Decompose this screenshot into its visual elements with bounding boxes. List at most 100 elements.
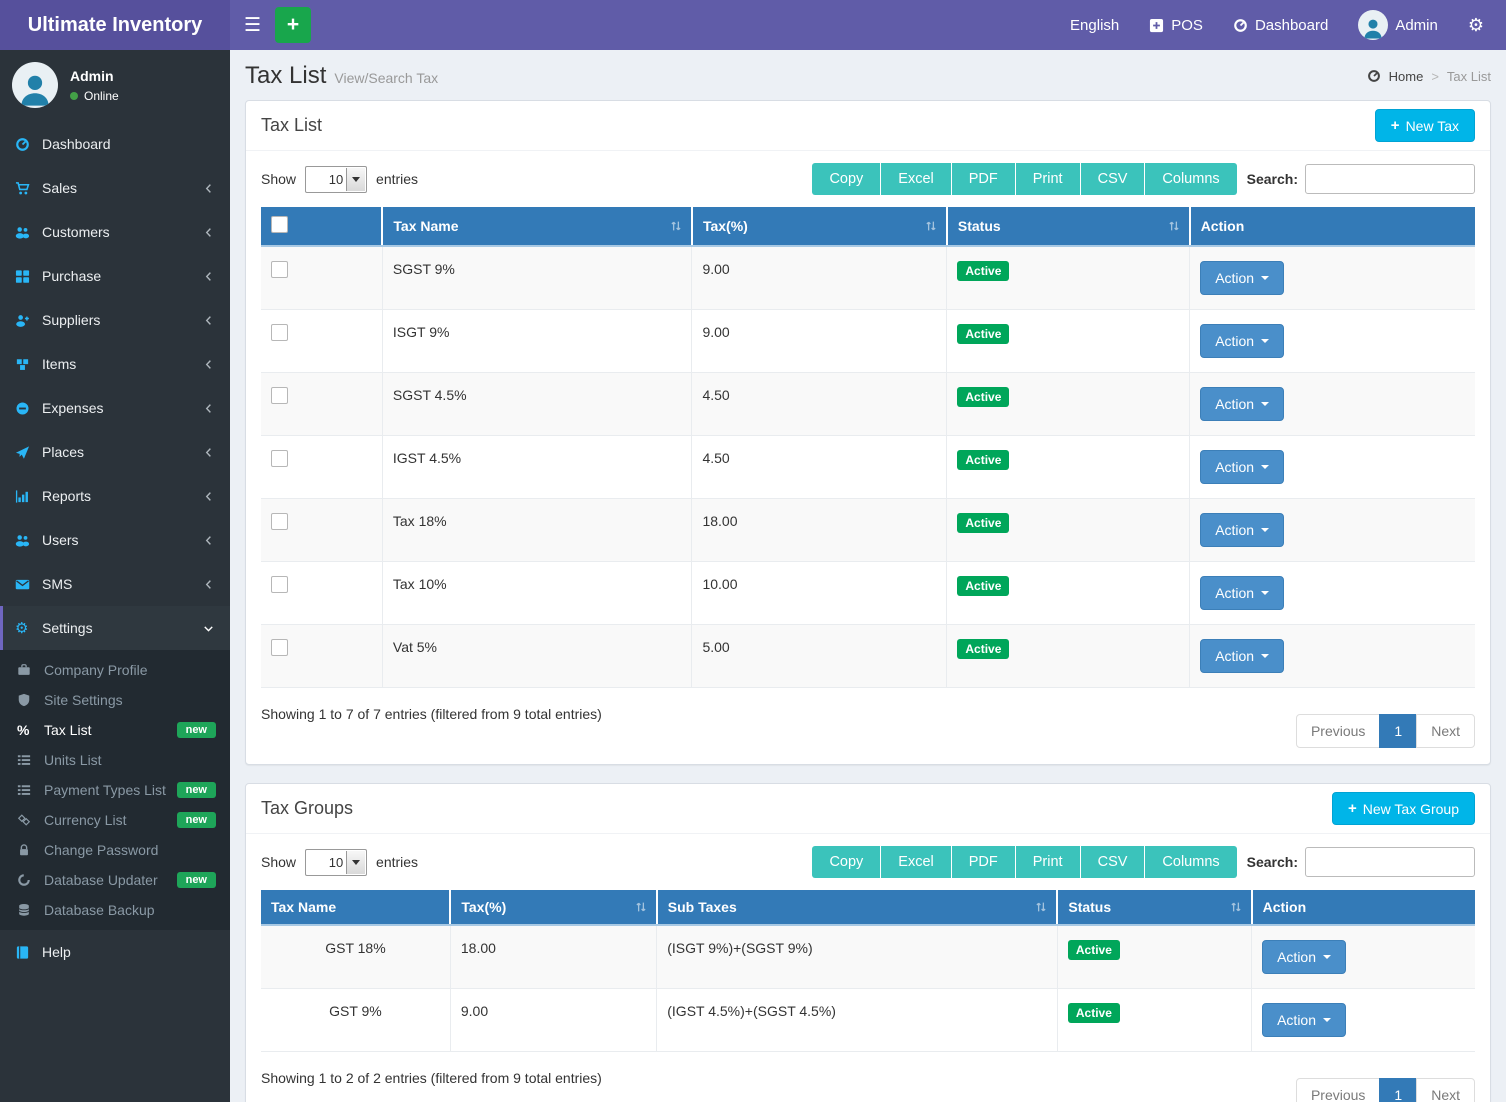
column-header-tax-name[interactable]: Tax Name: [382, 207, 692, 246]
sidebar-toggle-icon[interactable]: ☰: [244, 14, 261, 37]
pdf-button[interactable]: PDF: [952, 163, 1016, 195]
gears-icon[interactable]: ⚙: [1468, 16, 1484, 34]
print-button[interactable]: Print: [1016, 846, 1081, 878]
previous-page-button[interactable]: Previous: [1296, 714, 1380, 748]
columns-button[interactable]: Columns: [1145, 163, 1236, 195]
row-checkbox[interactable]: [271, 576, 288, 593]
tax-percent-cell: 9.00: [450, 989, 656, 1052]
action-dropdown-button[interactable]: Action: [1200, 576, 1284, 610]
new-tax-button[interactable]: +New Tax: [1375, 109, 1475, 142]
sidebar-item-sales[interactable]: Sales: [0, 166, 230, 210]
chevron-left-icon: [202, 402, 215, 415]
breadcrumb-home[interactable]: Home: [1389, 69, 1424, 84]
status-badge: Active: [957, 387, 1009, 407]
submenu-item-tax-list[interactable]: % Tax List new: [0, 715, 230, 745]
submenu-item-currency-list[interactable]: Currency List new: [0, 805, 230, 835]
column-header-status[interactable]: Status: [947, 207, 1190, 246]
table-row: Tax 18% 18.00 Active Action: [261, 499, 1475, 562]
tax-name-cell: ISGT 9%: [382, 310, 692, 373]
column-header-tax-percent[interactable]: Tax(%): [692, 207, 947, 246]
table-row: SGST 9% 9.00 Active Action: [261, 246, 1475, 310]
next-page-button[interactable]: Next: [1416, 714, 1475, 748]
sidebar-item-sms[interactable]: SMS: [0, 562, 230, 606]
action-dropdown-button[interactable]: Action: [1200, 513, 1284, 547]
sidebar-item-reports[interactable]: Reports: [0, 474, 230, 518]
page-size-select[interactable]: 10: [305, 166, 367, 193]
row-checkbox[interactable]: [271, 324, 288, 341]
new-badge: new: [177, 722, 216, 738]
submenu-item-units-list[interactable]: Units List: [0, 745, 230, 775]
submenu-item-site-settings[interactable]: Site Settings: [0, 685, 230, 715]
submenu-item-database-backup[interactable]: Database Backup: [0, 895, 230, 925]
action-dropdown-button[interactable]: Action: [1262, 1003, 1346, 1037]
sidebar-item-users[interactable]: Users: [0, 518, 230, 562]
bar-chart-icon: [15, 489, 42, 504]
sidebar-item-places[interactable]: Places: [0, 430, 230, 474]
previous-page-button[interactable]: Previous: [1296, 1078, 1380, 1102]
sidebar-item-items[interactable]: Items: [0, 342, 230, 386]
action-dropdown-button[interactable]: Action: [1200, 324, 1284, 358]
row-checkbox[interactable]: [271, 387, 288, 404]
submenu-item-company-profile[interactable]: Company Profile: [0, 655, 230, 685]
tax-name-cell: Tax 10%: [382, 562, 692, 625]
submenu-item-database-updater[interactable]: Database Updater new: [0, 865, 230, 895]
row-checkbox[interactable]: [271, 450, 288, 467]
column-header-tax-name[interactable]: Tax Name: [261, 890, 450, 925]
nav-user[interactable]: Admin: [1358, 10, 1438, 40]
quick-add-button[interactable]: +: [275, 7, 311, 43]
excel-button[interactable]: Excel: [881, 846, 951, 878]
avatar: [12, 62, 58, 108]
columns-button[interactable]: Columns: [1145, 846, 1236, 878]
page-size-select[interactable]: 10: [305, 849, 367, 876]
action-dropdown-button[interactable]: Action: [1200, 387, 1284, 421]
row-checkbox[interactable]: [271, 513, 288, 530]
sidebar-item-dashboard[interactable]: Dashboard: [0, 122, 230, 166]
select-all-checkbox[interactable]: [271, 216, 288, 233]
column-header-sub-taxes[interactable]: Sub Taxes: [657, 890, 1058, 925]
new-badge: new: [177, 872, 216, 888]
column-header-status[interactable]: Status: [1057, 890, 1251, 925]
sidebar-item-customers[interactable]: Customers: [0, 210, 230, 254]
brand-logo[interactable]: Ultimate Inventory: [0, 0, 230, 50]
card-title: Tax List: [261, 115, 322, 136]
copy-button[interactable]: Copy: [812, 846, 881, 878]
new-tax-group-button[interactable]: +New Tax Group: [1332, 792, 1475, 825]
page-number-button[interactable]: 1: [1379, 1078, 1417, 1102]
csv-button[interactable]: CSV: [1081, 846, 1146, 878]
search-input[interactable]: [1305, 847, 1475, 877]
sidebar-item-expenses[interactable]: Expenses: [0, 386, 230, 430]
column-header-tax-percent[interactable]: Tax(%): [450, 890, 656, 925]
excel-button[interactable]: Excel: [881, 163, 951, 195]
next-page-button[interactable]: Next: [1416, 1078, 1475, 1102]
status-badge: Active: [957, 576, 1009, 596]
caret-down-icon: [1261, 276, 1269, 280]
sidebar-item-purchase[interactable]: Purchase: [0, 254, 230, 298]
row-checkbox[interactable]: [271, 639, 288, 656]
copy-button[interactable]: Copy: [812, 163, 881, 195]
sidebar-item-settings[interactable]: ⚙ Settings: [0, 606, 230, 650]
pdf-button[interactable]: PDF: [952, 846, 1016, 878]
nav-language[interactable]: English: [1070, 17, 1119, 34]
row-checkbox[interactable]: [271, 261, 288, 278]
action-dropdown-button[interactable]: Action: [1262, 940, 1346, 974]
page-subtitle: View/Search Tax: [334, 70, 438, 86]
sidebar-item-help[interactable]: Help: [0, 930, 230, 974]
status-badge: Active: [957, 513, 1009, 533]
submenu-item-payment-types-list[interactable]: Payment Types List new: [0, 775, 230, 805]
print-button[interactable]: Print: [1016, 163, 1081, 195]
action-dropdown-button[interactable]: Action: [1200, 450, 1284, 484]
csv-button[interactable]: CSV: [1081, 163, 1146, 195]
tax-name-cell: GST 18%: [261, 925, 450, 989]
action-dropdown-button[interactable]: Action: [1200, 639, 1284, 673]
nav-dashboard[interactable]: Dashboard: [1233, 17, 1328, 34]
nav-pos[interactable]: POS: [1149, 17, 1203, 34]
action-dropdown-button[interactable]: Action: [1200, 261, 1284, 295]
sort-icon: [634, 900, 648, 914]
caret-down-icon: [1261, 654, 1269, 658]
page-number-button[interactable]: 1: [1379, 714, 1417, 748]
diamonds-icon: [17, 813, 44, 827]
search-input[interactable]: [1305, 164, 1475, 194]
sidebar-item-suppliers[interactable]: Suppliers: [0, 298, 230, 342]
submenu-item-change-password[interactable]: Change Password: [0, 835, 230, 865]
sort-icon: [1229, 900, 1243, 914]
